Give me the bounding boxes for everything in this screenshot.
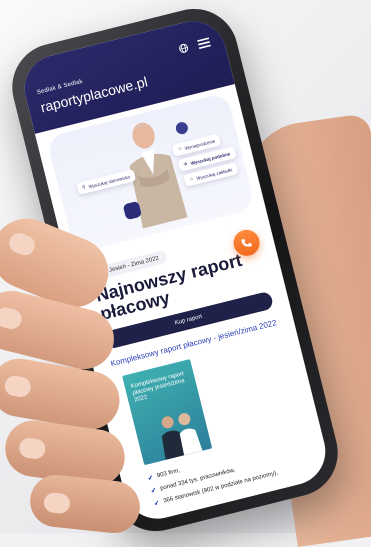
location-pin-icon	[174, 120, 190, 136]
chip-label: Wynagrodzenie	[184, 138, 216, 151]
chip-label: Wyszukaj stanowisko	[87, 173, 131, 189]
globe-icon[interactable]	[178, 42, 190, 54]
check-icon: ✔	[150, 486, 158, 496]
star-icon: ☆	[177, 145, 183, 152]
chip-label: Wyszukaj podobne	[190, 150, 231, 166]
header-icons	[178, 37, 211, 54]
check-icon: ✔	[153, 499, 161, 508]
chip-label: Wyszukaj zakładki	[195, 166, 233, 181]
cover-photo	[161, 412, 203, 460]
star-icon: ☆	[188, 175, 195, 182]
search-icon: ⚲	[81, 184, 87, 190]
hamburger-menu-icon[interactable]	[197, 37, 211, 50]
star-icon: ☆	[183, 160, 189, 167]
site-logo[interactable]: raportyplacowe.pl	[39, 73, 149, 115]
report-cover[interactable]: Kompleksowy raport płacowy jesień/zima 2…	[122, 358, 213, 466]
cover-title: Kompleksowy raport płacowy jesień/zima 2…	[130, 370, 186, 404]
phone-icon	[241, 238, 252, 247]
check-icon: ✔	[146, 474, 155, 483]
